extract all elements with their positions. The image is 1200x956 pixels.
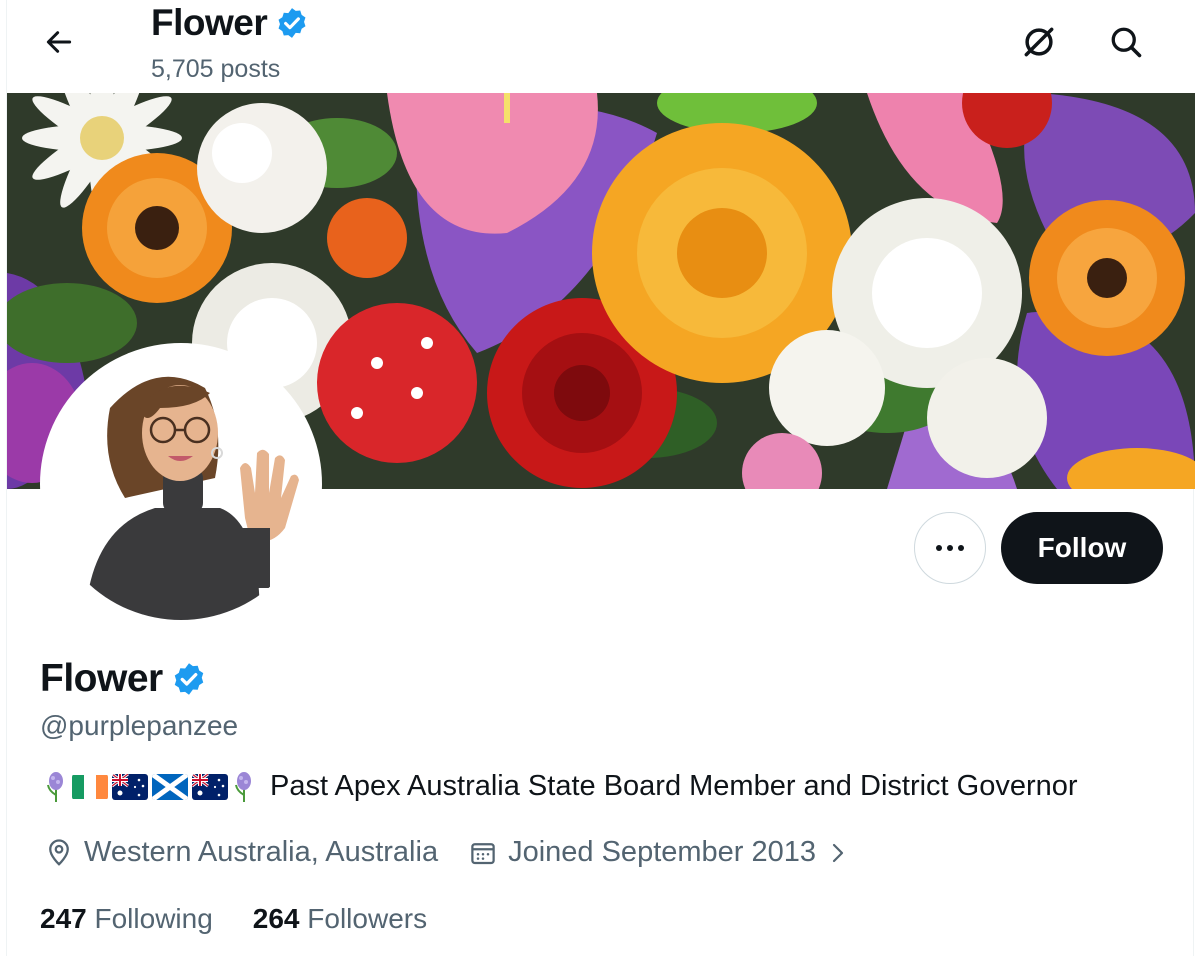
location-pin-icon — [49, 838, 69, 866]
more-icon-dot — [958, 545, 964, 551]
followers-count: 264 — [252, 903, 300, 934]
flag-australia-icon — [192, 773, 228, 800]
more-icon-dot — [947, 545, 953, 551]
header-name: Flower — [151, 2, 268, 43]
following-label: Following — [94, 903, 213, 934]
display-name: Flower — [40, 657, 207, 701]
circle-slash-icon — [1024, 27, 1054, 57]
header-title: Flower — [151, 2, 309, 44]
followers-link[interactable]: 264 Followers — [253, 903, 427, 935]
more-options-button[interactable] — [914, 512, 986, 584]
display-name-text: Flower — [40, 657, 163, 700]
flag-scotland-icon — [152, 773, 188, 800]
joined-item[interactable]: Joined September 2013 — [468, 836, 850, 869]
avatar-image — [45, 348, 317, 620]
hyacinth-icon — [47, 771, 63, 802]
following-link[interactable]: 247 Following — [40, 903, 213, 935]
hyacinth-icon — [235, 771, 251, 802]
location-item: Western Australia, Australia — [44, 836, 438, 869]
search-icon — [1111, 27, 1142, 58]
arrow-left-icon — [46, 31, 72, 53]
posts-count: 5,705 posts — [151, 55, 281, 83]
flag-australia-icon — [112, 773, 148, 800]
followers-label: Followers — [307, 903, 428, 934]
following-count: 247 — [40, 903, 87, 934]
verified-badge-icon — [278, 8, 306, 38]
location-text: Western Australia, Australia — [84, 836, 439, 868]
more-icon-dot — [936, 545, 942, 551]
joined-text: Joined September 2013 — [508, 836, 817, 868]
grok-button[interactable] — [1015, 18, 1063, 66]
user-handle: @purplepanzee — [40, 710, 239, 741]
profile-page: Flower 5,705 posts Follow Flower @purple… — [6, 0, 1195, 956]
search-button[interactable] — [1102, 18, 1150, 66]
profile-bio: Past Apex Australia State Board Member a… — [44, 770, 1078, 803]
profile-header: Flower 5,705 posts — [7, 0, 1195, 93]
profile-meta: Western Australia, Australia Joined Sept… — [44, 836, 880, 869]
profile-avatar[interactable] — [40, 343, 322, 625]
calendar-icon — [471, 842, 495, 864]
profile-stats: 247 Following 264 Followers — [40, 903, 427, 935]
back-button[interactable] — [37, 20, 81, 64]
verified-badge-icon[interactable] — [171, 661, 207, 697]
flag-ireland-icon — [72, 774, 108, 800]
follow-button[interactable]: Follow — [1001, 512, 1163, 584]
bio-text: Past Apex Australia State Board Member a… — [270, 770, 1078, 802]
bio-emojis — [44, 771, 256, 803]
chevron-right-icon — [832, 843, 844, 862]
